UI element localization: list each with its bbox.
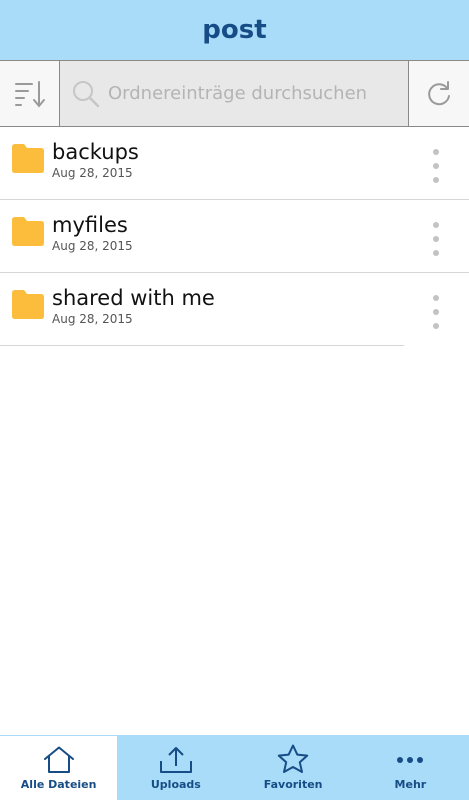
tab-label: Alle Dateien	[20, 778, 97, 791]
more-options-icon[interactable]	[426, 149, 446, 183]
sort-icon	[14, 80, 45, 108]
folder-date: Aug 28, 2015	[52, 239, 133, 253]
star-icon	[277, 744, 309, 773]
folder-date: Aug 28, 2015	[52, 312, 133, 326]
refresh-icon	[428, 80, 450, 105]
app-header: post	[0, 0, 469, 60]
page-title: post	[202, 15, 267, 45]
folder-name: myfiles	[52, 213, 128, 237]
tab-uploads[interactable]: Uploads	[117, 735, 234, 800]
list-item[interactable]: backups Aug 28, 2015	[0, 127, 469, 200]
folder-name: backups	[52, 140, 139, 164]
toolbar	[0, 60, 469, 127]
tab-alle-dateien[interactable]: Alle Dateien	[0, 735, 118, 800]
more-icon	[397, 757, 424, 763]
search-input[interactable]	[108, 83, 388, 104]
folder-name: shared with me	[52, 286, 215, 310]
more-options-icon[interactable]	[426, 222, 446, 256]
folder-list: backups Aug 28, 2015 myfiles Aug 28, 201…	[0, 127, 469, 346]
folder-icon	[12, 144, 44, 173]
tab-label: Mehr	[394, 778, 427, 791]
bottom-tab-bar: Alle Dateien Uploads Favoriten Mehr	[0, 735, 469, 800]
folder-icon	[12, 217, 44, 246]
list-item[interactable]: myfiles Aug 28, 2015	[0, 200, 469, 273]
refresh-button[interactable]	[408, 61, 469, 126]
folder-icon	[12, 290, 44, 319]
more-options-icon[interactable]	[426, 295, 446, 329]
search-icon	[73, 80, 100, 107]
upload-icon	[159, 747, 192, 773]
tab-favoriten[interactable]: Favoriten	[235, 735, 352, 800]
list-item[interactable]: shared with me Aug 28, 2015	[0, 273, 439, 346]
sort-button[interactable]	[0, 61, 60, 126]
folder-date: Aug 28, 2015	[52, 166, 133, 180]
home-icon	[43, 746, 74, 773]
tab-label: Uploads	[150, 778, 201, 791]
search-bar[interactable]	[60, 61, 408, 126]
tab-mehr[interactable]: Mehr	[352, 735, 469, 800]
tab-label: Favoriten	[263, 778, 323, 791]
